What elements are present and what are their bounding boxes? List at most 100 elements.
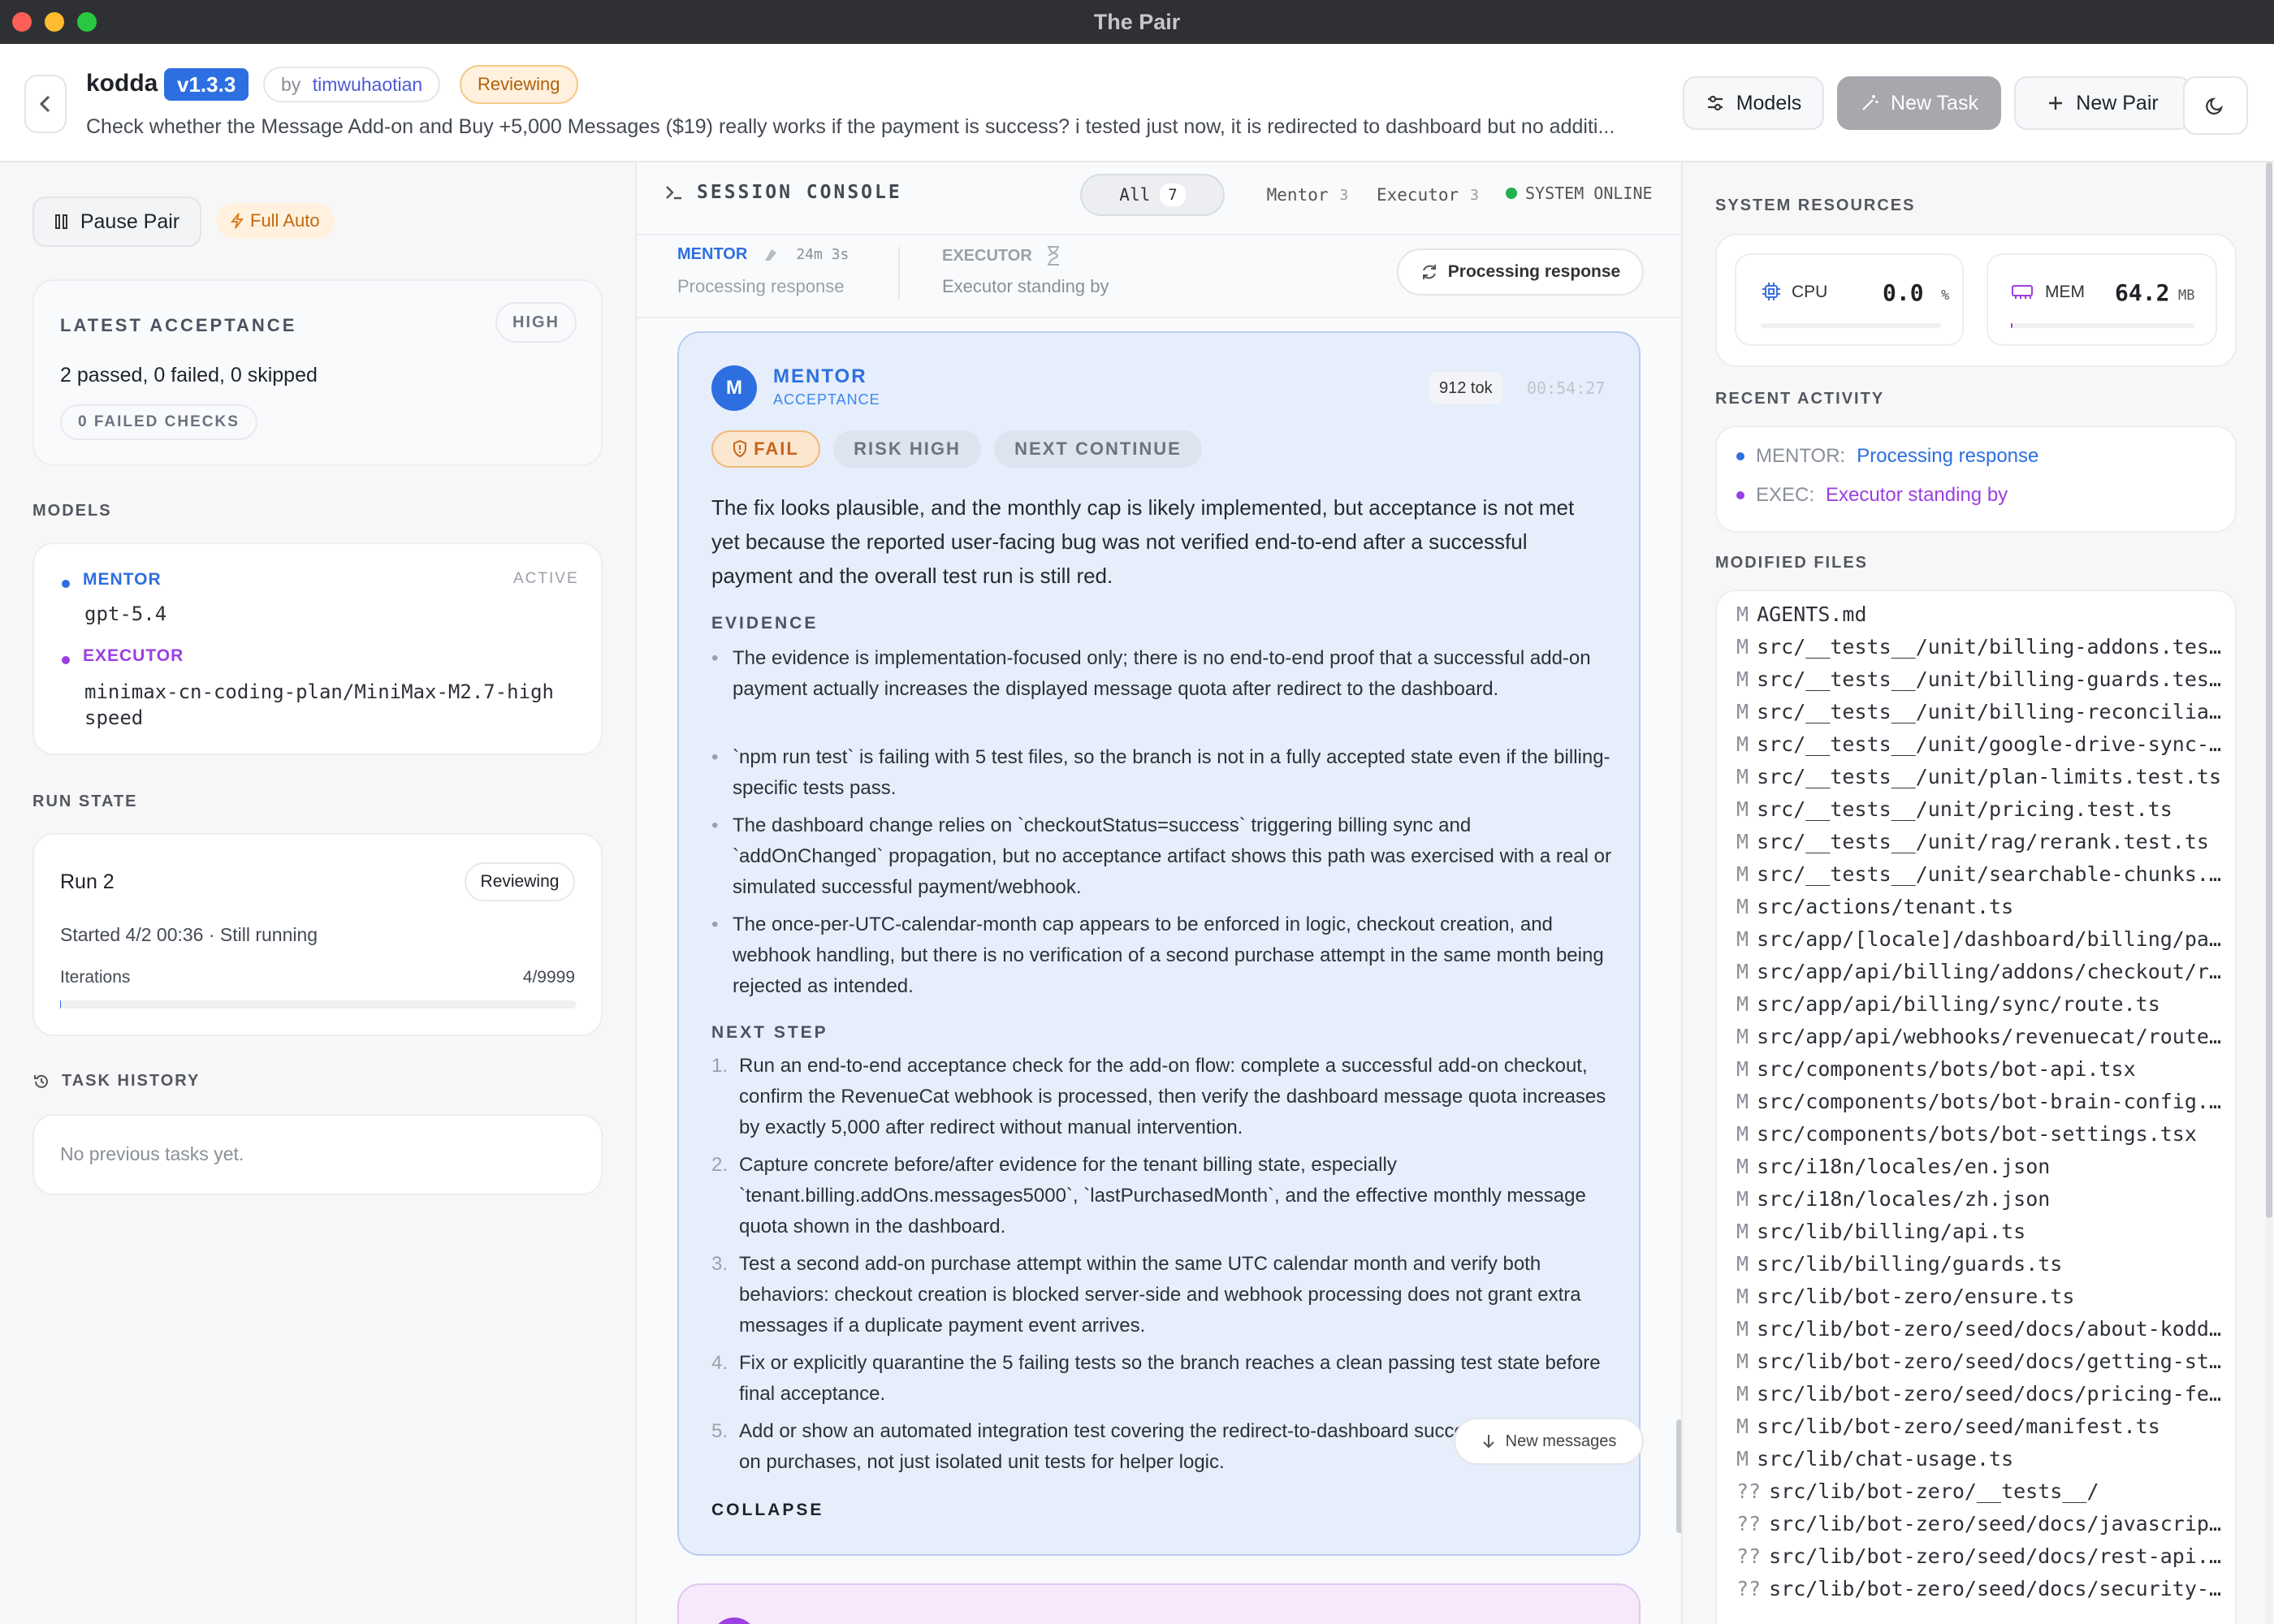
- risk-chip: RISK HIGH: [833, 430, 981, 468]
- new-task-button[interactable]: New Task: [1837, 76, 2001, 130]
- mentor-model-name: gpt-5.4: [84, 603, 167, 625]
- modified-file-item[interactable]: Msrc/lib/bot-zero/seed/manifest.ts: [1736, 1415, 2232, 1438]
- file-path: src/components/bots/bot-brain-config.tsx: [1757, 1090, 2232, 1113]
- file-status: M: [1736, 992, 1749, 1016]
- console-scrollbar[interactable]: [1676, 1419, 1681, 1533]
- pause-pair-button[interactable]: Pause Pair: [32, 197, 201, 247]
- modified-file-item[interactable]: Msrc/i18n/locales/zh.json: [1736, 1187, 2232, 1211]
- message-time: 00:54:27: [1527, 378, 1606, 398]
- iterations-value: 4/9999: [522, 968, 575, 987]
- modified-file-item[interactable]: ?? src/lib/bot-zero/seed/docs/security-pr…: [1736, 1577, 2232, 1600]
- mentor-status: MENTOR 24m 3s: [677, 245, 849, 264]
- file-status: ??: [1736, 1512, 1762, 1535]
- modified-file-item[interactable]: Msrc/components/bots/bot-brain-config.ts…: [1736, 1090, 2232, 1113]
- author-link[interactable]: timwuhaotian: [313, 74, 423, 95]
- modified-file-item[interactable]: ?? src/lib/bot-zero/seed/docs/javascript-…: [1736, 1512, 2232, 1535]
- task-history-title: TASK HISTORY: [62, 1072, 201, 1090]
- magic-wand-icon: [1862, 95, 1878, 110]
- file-path: src/app/api/webhooks/revenuecat/route.ts: [1757, 1025, 2232, 1048]
- modified-file-item[interactable]: Msrc/lib/bot-zero/ensure.ts: [1736, 1285, 2232, 1308]
- new-pair-button-label: New Pair: [2076, 91, 2159, 114]
- new-messages-button[interactable]: New messages: [1454, 1418, 1644, 1465]
- status-badge: Reviewing: [460, 65, 578, 104]
- file-status: M: [1736, 1122, 1749, 1146]
- run-name: Run 2: [60, 870, 115, 893]
- file-status: M: [1736, 635, 1749, 659]
- token-count: 912 tok: [1429, 372, 1502, 404]
- run-state-card: Run 2 Reviewing Started 4/2 00:36 · Stil…: [32, 833, 603, 1036]
- new-pair-button[interactable]: New Pair: [2014, 76, 2191, 130]
- modified-file-item[interactable]: Msrc/actions/tenant.ts: [1736, 895, 2232, 918]
- modified-file-item[interactable]: Msrc/i18n/locales/en.json: [1736, 1155, 2232, 1178]
- modified-file-item[interactable]: Msrc/components/bots/bot-api.tsx: [1736, 1057, 2232, 1081]
- modified-file-item[interactable]: Msrc/__tests__/unit/billing-reconciliati…: [1736, 700, 2232, 723]
- modified-file-item[interactable]: Msrc/__tests__/unit/google-drive-sync-wo…: [1736, 732, 2232, 756]
- right-scrollbar-thumb[interactable]: [2266, 162, 2272, 1218]
- author-chip[interactable]: by timwuhaotian: [263, 67, 441, 102]
- modified-file-item[interactable]: Msrc/lib/billing/api.ts: [1736, 1220, 2232, 1243]
- right-scrollbar-track[interactable]: [2266, 162, 2272, 1624]
- arrow-down-icon: [1482, 1435, 1494, 1449]
- modified-file-item[interactable]: Msrc/__tests__/unit/billing-guards.test.…: [1736, 667, 2232, 691]
- file-status: M: [1736, 1317, 1749, 1341]
- modified-file-item[interactable]: Msrc/__tests__/unit/rag/rerank.test.ts: [1736, 830, 2232, 853]
- activity-who: MENTOR:: [1756, 445, 1846, 467]
- theme-toggle-button[interactable]: [2183, 76, 2248, 135]
- file-status: M: [1736, 765, 1749, 788]
- modified-file-item[interactable]: ?? src/lib/bot-zero/__tests__/: [1736, 1479, 2232, 1503]
- models-button[interactable]: Models: [1683, 76, 1824, 130]
- task-history-header[interactable]: TASK HISTORY: [32, 1072, 200, 1091]
- file-path: src/lib/bot-zero/seed/docs/getting-start…: [1757, 1350, 2232, 1373]
- executor-status: EXECUTOR: [942, 245, 1061, 266]
- cpu-unit: %: [1941, 287, 1950, 304]
- modified-file-item[interactable]: Msrc/lib/bot-zero/seed/docs/pricing-feat…: [1736, 1382, 2232, 1406]
- file-path: src/__tests__/unit/billing-addons.test.t…: [1757, 635, 2232, 659]
- modified-file-item[interactable]: Msrc/app/api/billing/addons/checkout/rou…: [1736, 960, 2232, 983]
- system-resources-title: SYSTEM RESOURCES: [1715, 197, 1916, 214]
- filter-executor-tab[interactable]: Executor 3: [1347, 174, 1509, 216]
- fail-chip: FAIL: [711, 430, 820, 468]
- run-started: Started 4/2 00:36 · Still running: [60, 924, 318, 945]
- mentor-dot: [62, 580, 70, 588]
- system-online-label: SYSTEM ONLINE: [1525, 184, 1653, 203]
- modified-file-item[interactable]: Msrc/lib/billing/guards.ts: [1736, 1252, 2232, 1276]
- collapse-button[interactable]: COLLAPSE: [711, 1501, 824, 1520]
- modified-file-item[interactable]: Msrc/__tests__/unit/searchable-chunks.te…: [1736, 862, 2232, 886]
- file-path: src/__tests__/unit/google-drive-sync-wor…: [1757, 732, 2232, 756]
- modified-file-item[interactable]: Msrc/lib/chat-usage.ts: [1736, 1447, 2232, 1471]
- modified-file-item[interactable]: Msrc/__tests__/unit/pricing.test.ts: [1736, 797, 2232, 821]
- modified-file-item[interactable]: Msrc/components/bots/bot-settings.tsx: [1736, 1122, 2232, 1146]
- modified-file-item[interactable]: Msrc/__tests__/unit/plan-limits.test.ts: [1736, 765, 2232, 788]
- filter-mentor-label: Mentor: [1266, 185, 1329, 205]
- file-path: src/lib/bot-zero/seed/docs/rest-api.md: [1769, 1544, 2232, 1568]
- modified-file-item[interactable]: M AGENTS.md: [1736, 603, 2232, 626]
- file-status: M: [1736, 1382, 1749, 1406]
- modified-file-item[interactable]: Msrc/app/api/billing/sync/route.ts: [1736, 992, 2232, 1016]
- filter-all-tab[interactable]: All 7: [1080, 174, 1225, 216]
- file-path: src/components/bots/bot-api.tsx: [1757, 1057, 2136, 1081]
- back-button[interactable]: [24, 75, 67, 133]
- modified-file-item[interactable]: ?? src/lib/bot-zero/seed/docs/rest-api.md: [1736, 1544, 2232, 1568]
- window-title: The Pair: [1093, 10, 1181, 34]
- file-status: M: [1736, 1090, 1749, 1113]
- file-path: src/app/[locale]/dashboard/billing/page.…: [1757, 927, 2232, 951]
- mentor-status-text: Processing response: [677, 276, 845, 296]
- processing-response-button[interactable]: Processing response: [1397, 248, 1644, 296]
- full-auto-label: Full Auto: [250, 210, 320, 231]
- modified-file-item[interactable]: Msrc/lib/bot-zero/seed/docs/about-kodda.…: [1736, 1317, 2232, 1341]
- cpu-widget: CPU 0.0 %: [1735, 253, 1964, 346]
- file-status: M: [1736, 1285, 1749, 1308]
- activity-what: Executor standing by: [1826, 484, 2008, 506]
- file-path: src/lib/bot-zero/ensure.ts: [1757, 1285, 2075, 1308]
- modified-file-item[interactable]: Msrc/app/[locale]/dashboard/billing/page…: [1736, 927, 2232, 951]
- file-status: M: [1736, 700, 1749, 723]
- modified-file-item[interactable]: Msrc/__tests__/unit/billing-addons.test.…: [1736, 635, 2232, 659]
- mem-label: MEM: [2045, 283, 2085, 301]
- recent-activity-card: MENTOR: Processing response EXEC: Execut…: [1715, 425, 2237, 533]
- pause-icon: [54, 214, 67, 229]
- executor-model-label: EXECUTOR: [83, 646, 184, 665]
- full-auto-badge[interactable]: Full Auto: [216, 203, 335, 239]
- right-sidebar: SYSTEM RESOURCES CPU 0.0 % MEM 64.2 MB R…: [1683, 162, 2274, 1624]
- modified-file-item[interactable]: Msrc/lib/bot-zero/seed/docs/getting-star…: [1736, 1350, 2232, 1373]
- modified-file-item[interactable]: Msrc/app/api/webhooks/revenuecat/route.t…: [1736, 1025, 2232, 1048]
